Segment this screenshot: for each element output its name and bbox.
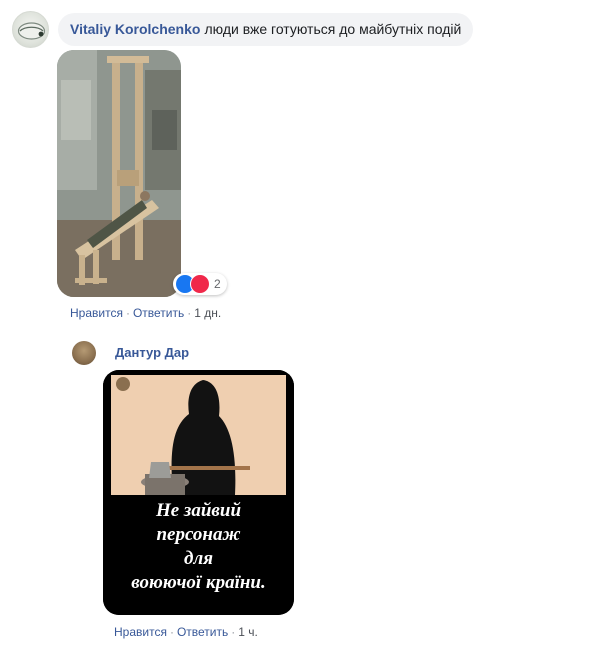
reaction-summary[interactable]: 2 <box>173 273 227 295</box>
image-caption: Не зайвий персонаж для воюючої країни. <box>103 499 294 595</box>
caption-line: для <box>184 548 213 569</box>
reply-attached-image[interactable]: Не зайвий персонаж для воюючої країни. <box>103 370 294 615</box>
reaction-count: 2 <box>214 277 221 291</box>
reply-link[interactable]: Ответить <box>133 306 184 320</box>
reply-timestamp[interactable]: 1 ч. <box>238 625 258 639</box>
avatar-logo-icon <box>17 22 46 40</box>
like-link[interactable]: Нравится <box>70 306 123 320</box>
caption-line: воюючої країни. <box>131 572 266 593</box>
reply-author-avatar[interactable] <box>72 341 96 365</box>
reply-link[interactable]: Ответить <box>177 625 228 639</box>
comment-bubble: Vitaliy Korolchenko люди вже готуються до… <box>58 13 474 46</box>
caption-line: персонаж <box>156 524 241 545</box>
comment-author-link[interactable]: Vitaliy Korolchenko <box>70 21 200 37</box>
comment-text: люди вже готуються до майбутніх подій <box>204 21 462 37</box>
separator: · <box>231 625 236 639</box>
reply-actions: Нравится · Ответить · 1 ч. <box>114 625 258 639</box>
comment-timestamp[interactable]: 1 дн. <box>194 306 221 320</box>
commenter-avatar[interactable] <box>12 11 49 48</box>
comment-actions: Нравится · Ответить · 1 дн. <box>70 306 221 320</box>
like-link[interactable]: Нравится <box>114 625 167 639</box>
separator: · <box>169 625 174 639</box>
separator: · <box>187 306 192 320</box>
reply-author-link[interactable]: Дантур Дар <box>115 345 189 360</box>
guillotine-photo-image <box>57 50 181 297</box>
caption-line: Не зайвий <box>155 500 242 521</box>
comment-attached-photo[interactable] <box>57 50 181 297</box>
separator: · <box>125 306 130 320</box>
love-reaction-icon <box>190 274 210 294</box>
